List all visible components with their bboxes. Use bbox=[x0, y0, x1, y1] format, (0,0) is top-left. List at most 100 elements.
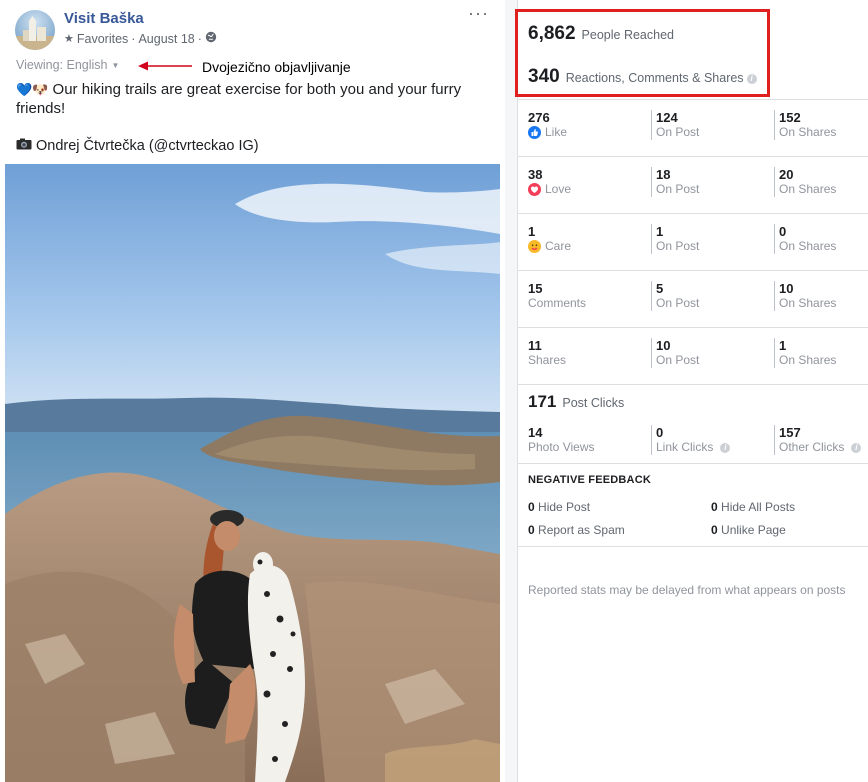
post-message: 💙🐶 Our hiking trails are great exercise … bbox=[16, 80, 486, 118]
hide-post-value: 0 bbox=[528, 500, 535, 514]
care-on-shares-label: On Shares bbox=[779, 239, 837, 253]
shares-on-post: 10 On Post bbox=[651, 338, 699, 368]
shares-on-post-label: On Post bbox=[656, 353, 700, 367]
like-on-shares: 152 On Shares bbox=[774, 110, 836, 140]
stats-delay-note: Reported stats may be delayed from what … bbox=[528, 583, 846, 597]
love-on-post-label: On Post bbox=[656, 182, 700, 196]
post-clicks-section: 171 Post Clicks 14 Photo Views 0 Link Cl… bbox=[518, 380, 868, 464]
post-date[interactable]: August 18 bbox=[138, 32, 194, 46]
report-spam-label: Report as Spam bbox=[538, 523, 625, 537]
unlike-page-value: 0 bbox=[711, 523, 718, 537]
unlike-page-label: Unlike Page bbox=[721, 523, 786, 537]
hide-post-label: Hide Post bbox=[538, 500, 591, 514]
star-icon: ★ bbox=[64, 33, 74, 45]
like-total: 276 Like bbox=[528, 110, 567, 140]
comments-row: 15 Comments 5 On Post 10 On Shares bbox=[518, 271, 868, 328]
hide-post-stat: 0 Hide Post bbox=[528, 500, 590, 514]
report-spam-stat: 0 Report as Spam bbox=[528, 523, 625, 537]
post-clicks-label: Post Clicks bbox=[562, 396, 625, 410]
page-avatar[interactable] bbox=[15, 10, 55, 50]
like-total-label-wrap: Like bbox=[528, 125, 567, 140]
other-clicks-value: 157 bbox=[779, 425, 801, 440]
meta-separator: · bbox=[131, 31, 136, 46]
negative-feedback-section: NEGATIVE FEEDBACK 0 Hide Post 0 Hide All… bbox=[518, 464, 868, 547]
hide-all-posts-stat: 0 Hide All Posts bbox=[711, 500, 795, 514]
other-clicks: 157 Other Clicks i bbox=[774, 425, 862, 455]
shares-on-shares-value: 1 bbox=[779, 338, 787, 353]
love-total-value: 38 bbox=[528, 167, 543, 182]
shares-on-shares-label: On Shares bbox=[779, 353, 837, 367]
link-clicks-label: Link Clicks bbox=[656, 440, 714, 454]
favorites-label[interactable]: Favorites bbox=[77, 32, 128, 46]
love-total-label-wrap: Love bbox=[528, 182, 571, 197]
link-clicks-label-wrap: Link Clicks i bbox=[656, 440, 731, 455]
link-clicks: 0 Link Clicks i bbox=[651, 425, 731, 455]
care-total: 1 Care bbox=[528, 224, 571, 254]
language-selector[interactable]: Viewing: English ▼ bbox=[16, 58, 119, 72]
comments-label: Comments bbox=[528, 296, 587, 310]
hide-all-posts-value: 0 bbox=[711, 500, 718, 514]
other-clicks-label-wrap: Other Clicks i bbox=[779, 440, 862, 455]
report-spam-value: 0 bbox=[528, 523, 535, 537]
love-row: 38 Love 18 On Post 20 On Shares bbox=[518, 157, 868, 214]
post-header: Visit Baška ★ Favorites · August 18 · ··… bbox=[0, 0, 505, 60]
care-on-shares: 0 On Shares bbox=[774, 224, 836, 254]
care-on-shares-value: 0 bbox=[779, 224, 787, 239]
like-label: Like bbox=[545, 125, 568, 139]
love-on-shares-label: On Shares bbox=[779, 182, 837, 196]
comments-on-shares-value: 10 bbox=[779, 281, 794, 296]
love-label: Love bbox=[545, 182, 572, 196]
shares-total-value: 11 bbox=[528, 338, 542, 353]
care-total-label-wrap: Care bbox=[528, 239, 571, 254]
post-clicks-value: 171 bbox=[528, 392, 557, 411]
love-icon bbox=[528, 183, 541, 196]
shares-row: 11 Shares 10 On Post 1 On Shares bbox=[518, 328, 868, 385]
link-clicks-value: 0 bbox=[656, 425, 664, 440]
shares-total: 11 Shares bbox=[528, 338, 566, 368]
chevron-down-icon: ▼ bbox=[111, 60, 120, 70]
info-icon[interactable]: i bbox=[720, 442, 731, 453]
love-on-post: 18 On Post bbox=[651, 167, 699, 197]
comments-on-post: 5 On Post bbox=[651, 281, 699, 311]
other-clicks-label: Other Clicks bbox=[779, 440, 845, 454]
camera-icon bbox=[16, 138, 32, 154]
heart-dog-emoji: 💙🐶 bbox=[16, 82, 49, 97]
page-name-link[interactable]: Visit Baška bbox=[64, 10, 144, 27]
like-icon bbox=[528, 126, 541, 139]
post-insights-panel: 6,862 People Reached 340 Reactions, Comm… bbox=[515, 0, 868, 782]
love-total: 38 Love bbox=[528, 167, 571, 197]
care-label: Care bbox=[545, 239, 572, 253]
like-on-post-label: On Post bbox=[656, 125, 700, 139]
shares-on-shares: 1 On Shares bbox=[774, 338, 836, 368]
photo-views: 14 Photo Views bbox=[528, 425, 595, 455]
annotation-arrow-icon bbox=[138, 61, 192, 71]
care-total-value: 1 bbox=[528, 224, 536, 239]
comments-on-shares: 10 On Shares bbox=[774, 281, 836, 311]
photo-credit-text: Ondrej Čtvrtečka (@ctvrteckao IG) bbox=[36, 138, 259, 154]
care-on-post: 1 On Post bbox=[651, 224, 699, 254]
comments-total: 15 Comments bbox=[528, 281, 586, 311]
reach-summary: 6,862 People Reached 340 Reactions, Comm… bbox=[515, 0, 868, 100]
like-on-post: 124 On Post bbox=[651, 110, 699, 140]
viewing-language-label: Viewing: English bbox=[16, 58, 108, 72]
comments-on-shares-label: On Shares bbox=[779, 296, 837, 310]
love-on-shares-value: 20 bbox=[779, 167, 794, 182]
love-on-shares: 20 On Shares bbox=[774, 167, 836, 197]
highlight-annotation-box bbox=[515, 9, 770, 97]
info-icon[interactable]: i bbox=[851, 442, 862, 453]
comments-on-post-value: 5 bbox=[656, 281, 664, 296]
photo-views-label: Photo Views bbox=[528, 440, 595, 454]
photo-views-value: 14 bbox=[528, 425, 543, 440]
photo-credit: Ondrej Čtvrtečka (@ctvrteckao IG) bbox=[16, 138, 259, 154]
love-on-post-value: 18 bbox=[656, 167, 671, 182]
comments-on-post-label: On Post bbox=[656, 296, 700, 310]
care-icon bbox=[528, 240, 541, 253]
post-clicks-total: 171 Post Clicks bbox=[528, 392, 624, 412]
hide-all-posts-label: Hide All Posts bbox=[721, 500, 796, 514]
like-total-value: 276 bbox=[528, 110, 550, 125]
negative-feedback-title: NEGATIVE FEEDBACK bbox=[528, 474, 651, 486]
care-on-post-value: 1 bbox=[656, 224, 664, 239]
post-photo[interactable] bbox=[5, 164, 500, 782]
more-options-icon[interactable]: ··· bbox=[468, 4, 489, 22]
globe-icon bbox=[205, 31, 217, 46]
